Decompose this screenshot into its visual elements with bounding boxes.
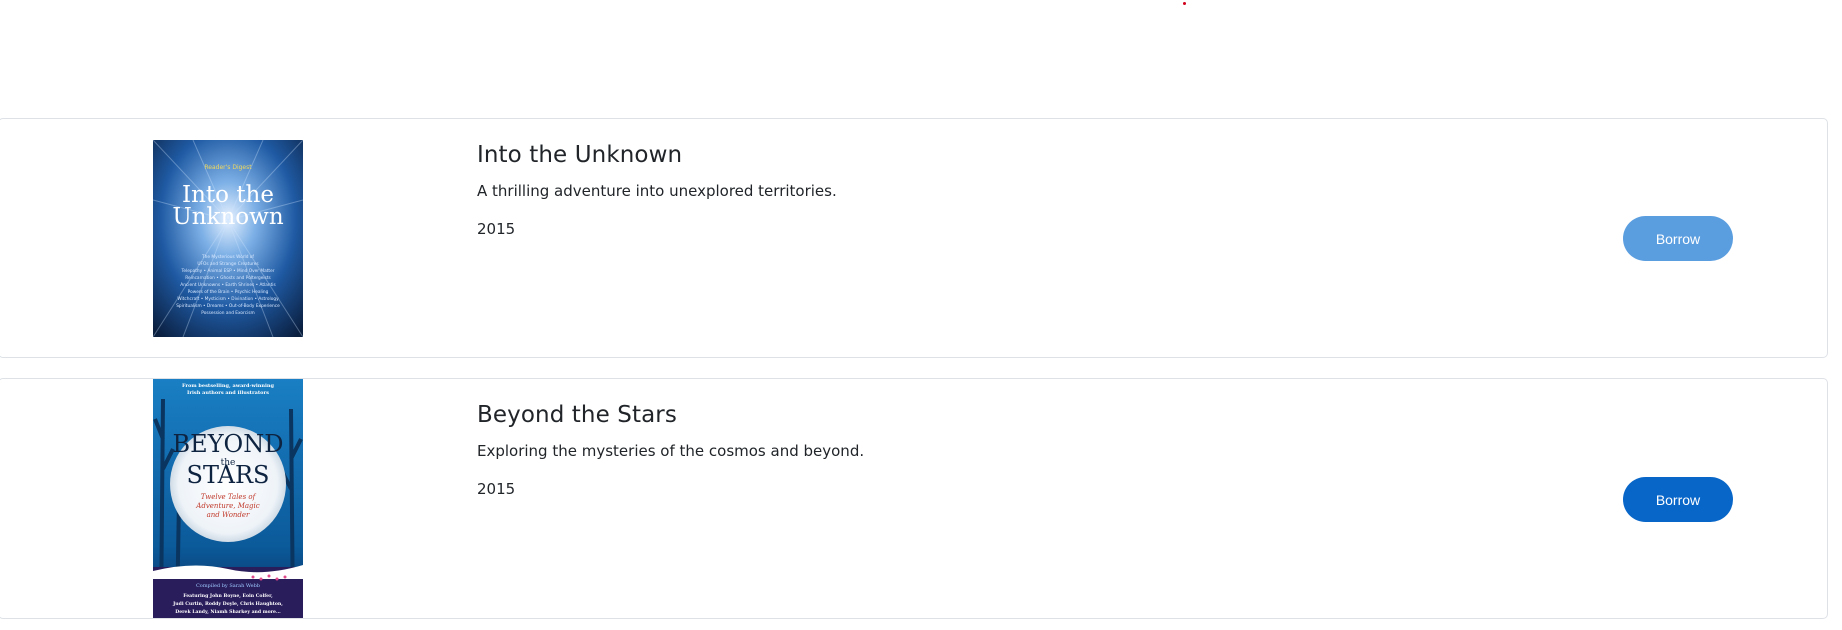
cover-blurb-line: Powers of the Brain • Psychic Healing	[188, 289, 269, 295]
cover-subtitle: Adventure, Magic	[195, 502, 259, 510]
cover-compiled-by: Compiled by Sarah Webb	[196, 583, 260, 589]
book-year: 2015	[477, 220, 516, 238]
cover-title-line2: Unknown	[172, 204, 283, 230]
borrow-button[interactable]: Borrow	[1623, 216, 1733, 261]
cover-tagline: From bestselling, award-winning	[182, 383, 275, 389]
book-title: Beyond the Stars	[477, 402, 677, 428]
cover-subtitle: and Wonder	[207, 511, 250, 519]
cover-blurb-line: Spiritualism • Dreams • Out-of-Body Expe…	[176, 303, 280, 309]
cover-featuring-line: Derek Landy, Niamh Sharkey and more...	[175, 609, 281, 615]
book-year: 2015	[477, 480, 516, 498]
cover-blurb-line: Reincarnation • Ghosts and Poltergeists	[185, 275, 271, 281]
cover-publisher: Reader's Digest	[204, 164, 252, 171]
book-cover-image: Reader's Digest Into the Unknown The Mys…	[153, 140, 303, 337]
cover-featuring-line: Featuring John Boyne, Eoin Colfer,	[183, 593, 273, 599]
book-card: Reader's Digest Into the Unknown The Mys…	[0, 118, 1828, 358]
book-cover-image: From bestselling, award-winning Irish au…	[153, 379, 303, 618]
cover-blurb-line: Witchcraft • Mysticism • Divination • As…	[177, 296, 279, 302]
book-card: From bestselling, award-winning Irish au…	[0, 378, 1828, 619]
cover-blurb-line: Telepathy • Animal ESP • Mind Over Matte…	[180, 268, 274, 274]
cover-blurb-line: Ancient Unknowns • Earth Shrines • Atlan…	[180, 282, 276, 288]
cover-tagline: Irish authors and illustrators	[187, 390, 269, 396]
cover-title-word: STARS	[187, 461, 270, 489]
book-title: Into the Unknown	[477, 142, 683, 168]
cover-subtitle: Twelve Tales of	[201, 493, 257, 501]
book-info: Into the Unknown A thrilling adventure i…	[477, 142, 837, 238]
borrow-button[interactable]: Borrow	[1623, 477, 1733, 522]
book-info: Beyond the Stars Exploring the mysteries…	[477, 402, 864, 498]
cover-title-word: BEYOND	[173, 430, 284, 458]
cover-blurb-line: The Mysterious World of	[201, 254, 254, 260]
book-description: A thrilling adventure into unexplored te…	[477, 182, 837, 200]
red-dot-marker	[1183, 2, 1186, 5]
book-list-page: Reader's Digest Into the Unknown The Mys…	[0, 0, 1842, 630]
cover-featuring-line: Judi Curtin, Roddy Doyle, Chris Haughton…	[172, 601, 283, 607]
cover-blurb-line: UFOs and Strange Creatures	[197, 261, 259, 267]
cover-blurb-line: Possession and Exorcism	[201, 310, 254, 316]
book-description: Exploring the mysteries of the cosmos an…	[477, 442, 865, 460]
